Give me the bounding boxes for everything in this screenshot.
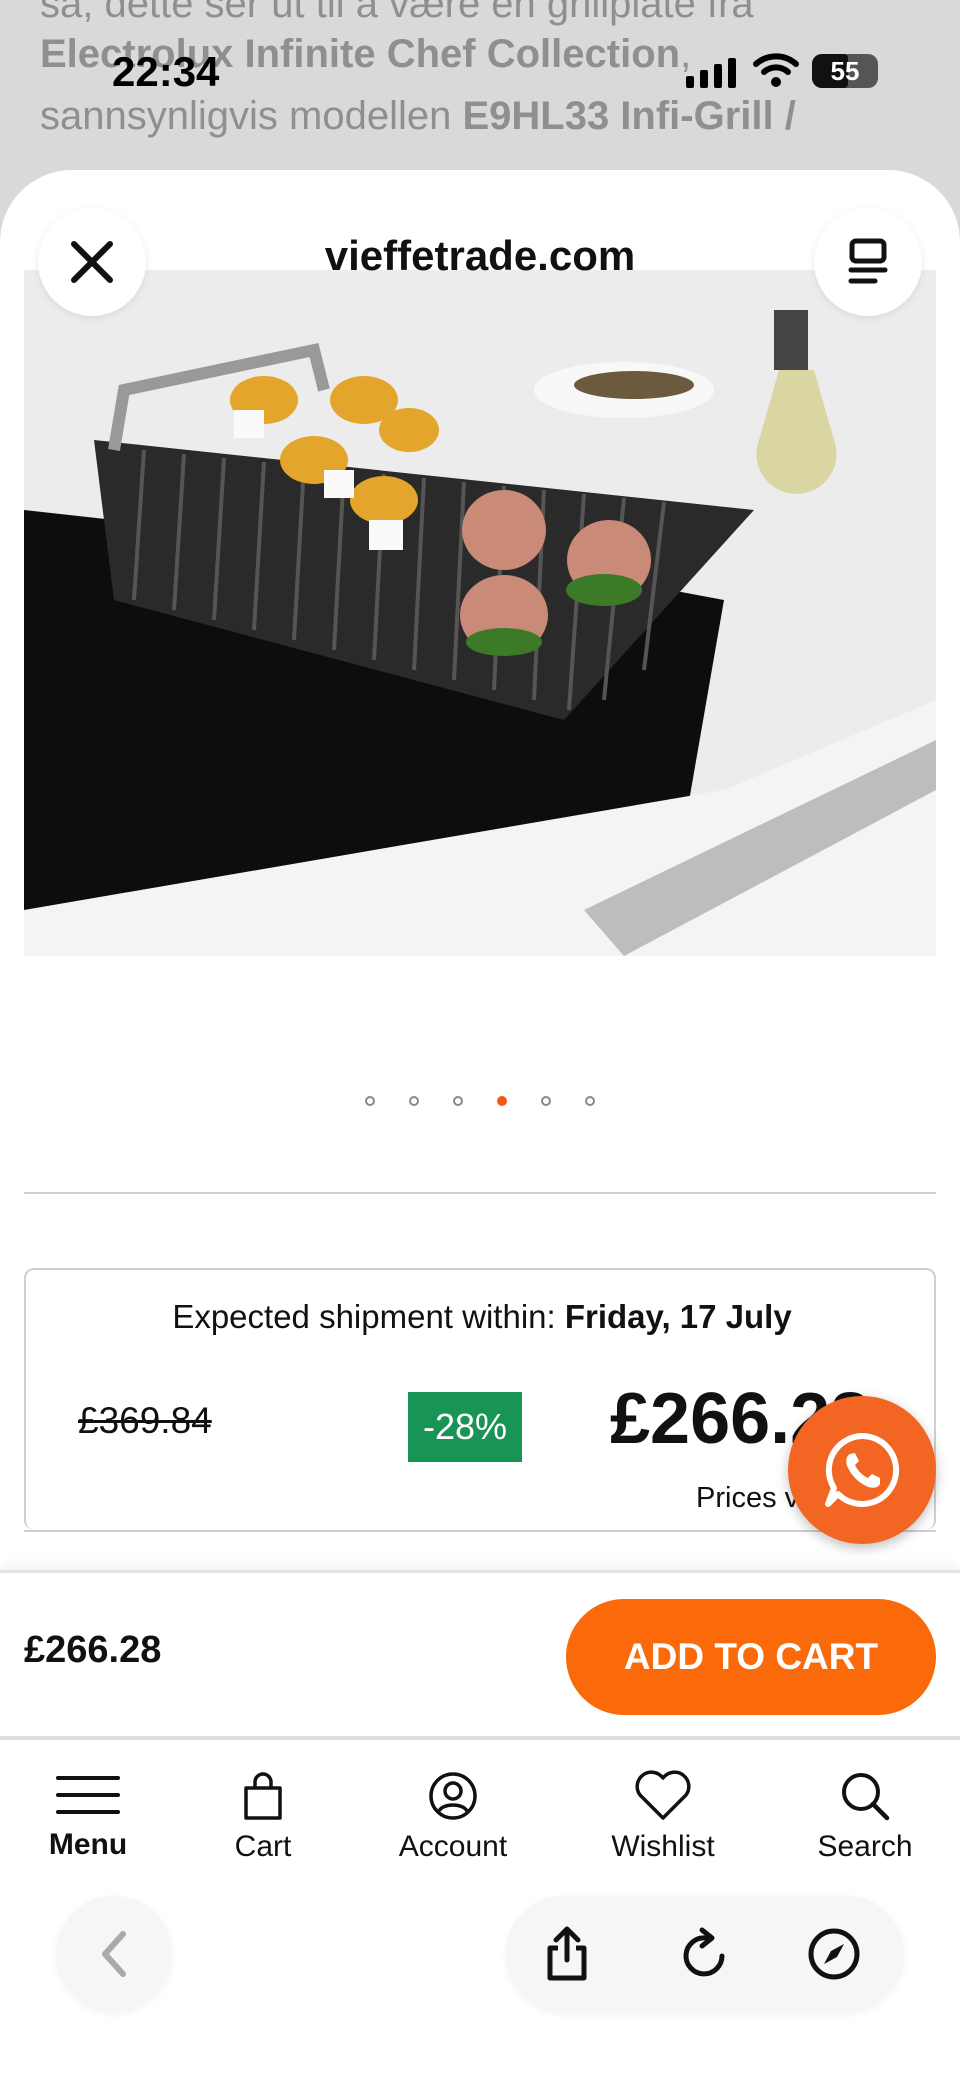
- reload-button[interactable]: [678, 1926, 730, 1987]
- carousel-dot[interactable]: [585, 1096, 595, 1106]
- wifi-icon: [752, 52, 800, 93]
- carousel-dot[interactable]: [365, 1096, 375, 1106]
- whatsapp-icon: [825, 1432, 900, 1507]
- toolbar-actions: [506, 1896, 904, 2012]
- hamburger-icon: [56, 1776, 120, 1814]
- reader-icon: [848, 238, 888, 284]
- nav-menu[interactable]: Menu: [8, 1770, 168, 1862]
- nav-menu-label: Menu: [48, 1828, 128, 1861]
- cart-bar-price: £266.28: [24, 1629, 162, 1671]
- cellular-signal-icon: [686, 58, 736, 88]
- add-to-cart-button[interactable]: ADD TO CART: [566, 1599, 936, 1715]
- back-button[interactable]: [56, 1896, 172, 2012]
- cart-bar: £266.28 ADD TO CART: [0, 1570, 960, 1740]
- nav-search[interactable]: Search: [785, 1770, 945, 1864]
- carousel-dot[interactable]: [409, 1096, 419, 1106]
- bag-icon: [244, 1772, 282, 1820]
- nav-account-label: Account: [398, 1830, 508, 1863]
- nav-search-label: Search: [817, 1830, 913, 1863]
- bottom-nav: Menu Cart Account Wishlist Search: [0, 1736, 960, 1886]
- whatsapp-button[interactable]: [788, 1396, 936, 1544]
- nav-cart[interactable]: Cart: [183, 1770, 343, 1864]
- carousel-dot[interactable]: [453, 1096, 463, 1106]
- article-line-1: så, dette ser ut til å være en grillplat…: [40, 0, 754, 26]
- shipment-date: Friday, 17 July: [564, 1298, 792, 1335]
- battery-level: 55: [830, 56, 860, 86]
- status-time: 22:34: [112, 48, 220, 95]
- share-button[interactable]: [542, 1926, 592, 1987]
- reader-button[interactable]: [814, 208, 922, 316]
- share-icon: [547, 1926, 587, 1981]
- shipment-info: Expected shipment within: Friday, 17 Jul…: [26, 1298, 938, 1336]
- product-image[interactable]: [24, 270, 936, 956]
- battery-icon: 55: [812, 54, 878, 88]
- card-divider: [24, 1530, 936, 1532]
- carousel-dot[interactable]: [541, 1096, 551, 1106]
- discount-badge: -28%: [408, 1392, 522, 1462]
- carousel-dots: [0, 1096, 960, 1106]
- chevron-left-icon: [102, 1931, 126, 1977]
- carousel-dot-active[interactable]: [497, 1096, 507, 1106]
- nav-wishlist[interactable]: Wishlist: [583, 1770, 743, 1864]
- nav-wishlist-label: Wishlist: [611, 1830, 715, 1863]
- shipment-label: Expected shipment within:: [172, 1298, 565, 1335]
- sheet-header: vieffetrade.com: [0, 170, 960, 316]
- account-icon: [429, 1772, 477, 1820]
- compass-button[interactable]: [806, 1926, 862, 1987]
- nav-cart-label: Cart: [234, 1830, 292, 1863]
- browser-sheet: vieffetrade.com Expected shipment within…: [0, 170, 960, 1740]
- compass-icon: [808, 1928, 860, 1980]
- reload-icon: [683, 1927, 725, 1977]
- heart-icon: [635, 1770, 691, 1820]
- nav-account[interactable]: Account: [373, 1770, 533, 1864]
- old-price: £369.84: [78, 1400, 212, 1441]
- browser-toolbar: [0, 1886, 960, 2081]
- section-divider: [24, 1192, 936, 1194]
- status-bar: 22:34 55: [0, 30, 960, 110]
- search-icon: [842, 1773, 890, 1821]
